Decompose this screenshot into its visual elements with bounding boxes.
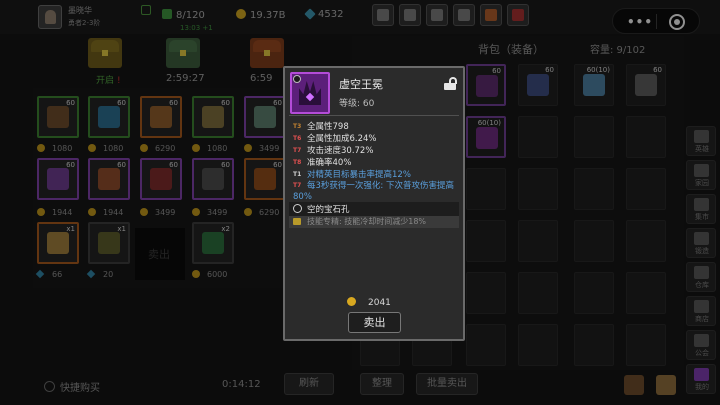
skill-mastery: 技能专精: 技能冷却时间减少18% bbox=[289, 216, 459, 228]
divider bbox=[289, 115, 459, 116]
item-detail-panel: 虚空王冕 等级: 60 T3 全属性798 T6 全属性加成6.24% T7 攻击速度… bbox=[283, 66, 465, 341]
stat-line: T3 全属性798 bbox=[293, 122, 349, 132]
stat-line: T6 全属性加成6.24% bbox=[293, 134, 377, 144]
item-level: 等级: 60 bbox=[339, 99, 375, 109]
stat-line: T7 攻击速度30.72% bbox=[293, 146, 374, 156]
gem-socket[interactable]: 空的宝石孔 bbox=[289, 202, 459, 216]
item-crown-icon bbox=[290, 72, 330, 114]
gold-coin-icon bbox=[347, 297, 356, 306]
folder-icon bbox=[293, 218, 301, 225]
unlock-icon[interactable] bbox=[444, 77, 457, 90]
quality-badge bbox=[293, 75, 301, 83]
affix-line: T7 每3秒获得一次强化: 下次普攻伤害提高80% bbox=[293, 181, 454, 202]
item-name: 虚空王冕 bbox=[339, 78, 383, 91]
affix-line: T1 对精英目标暴击率提高12% bbox=[293, 170, 411, 180]
empty-socket-icon bbox=[293, 204, 302, 213]
sell-button[interactable]: 卖出 bbox=[348, 312, 401, 333]
stat-line: T8 准确率40% bbox=[293, 158, 352, 168]
sell-price: 2041 bbox=[347, 297, 391, 308]
